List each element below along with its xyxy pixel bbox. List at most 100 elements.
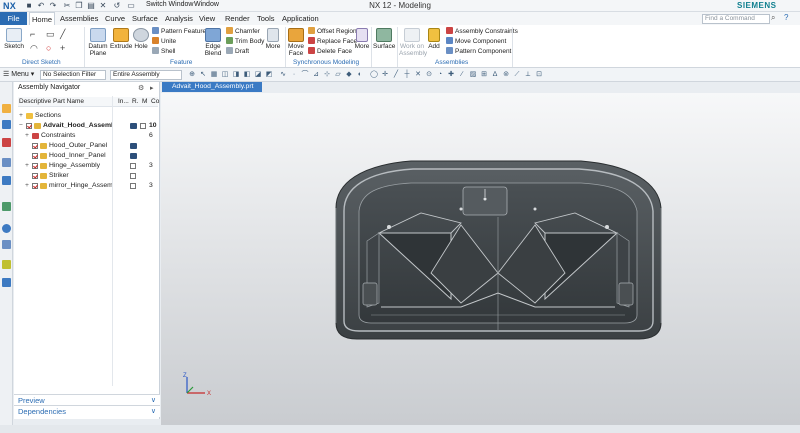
tab-assemblies[interactable]: Assemblies bbox=[58, 12, 100, 25]
control-point-snap-icon[interactable]: ┼ bbox=[403, 71, 411, 79]
profile-icon[interactable]: ⌐ bbox=[30, 29, 35, 39]
hole-button[interactable]: Hole bbox=[133, 28, 149, 50]
tab-tools[interactable]: Tools bbox=[255, 12, 277, 25]
navigator-pin-icon[interactable]: ▸ bbox=[150, 84, 154, 92]
pole-snap-icon[interactable]: ∆ bbox=[491, 71, 499, 79]
snap-icon[interactable]: ⊕ bbox=[188, 71, 196, 79]
face-select-icon[interactable]: ◨ bbox=[232, 71, 240, 79]
graphics-window[interactable]: Z X bbox=[161, 93, 800, 425]
sync-more-button[interactable]: More bbox=[354, 28, 370, 50]
navigator-row[interactable]: Striker bbox=[18, 171, 160, 181]
filter-icon[interactable]: ▦ bbox=[210, 71, 218, 79]
visibility-checkbox[interactable] bbox=[32, 173, 38, 179]
navigator-row[interactable]: Hood_Outer_Panel bbox=[18, 141, 160, 151]
snap-toggle-icon[interactable]: ⊡ bbox=[535, 71, 543, 79]
history-icon[interactable] bbox=[2, 224, 11, 233]
solid-select-icon[interactable]: ◆ bbox=[345, 71, 353, 79]
sketch-button[interactable]: Sketch bbox=[4, 28, 24, 50]
point-icon[interactable]: + bbox=[60, 43, 65, 53]
navigator-settings-icon[interactable]: ⚙ bbox=[138, 84, 144, 92]
arc-icon[interactable]: ◠ bbox=[30, 43, 38, 54]
expand-toggle-icon[interactable]: + bbox=[24, 161, 30, 171]
bounded-grid-snap-icon[interactable]: ⊞ bbox=[480, 71, 488, 79]
constraint-navigator-icon[interactable] bbox=[2, 120, 11, 129]
tab-analysis[interactable]: Analysis bbox=[163, 12, 195, 25]
find-command-input[interactable]: Find a Command bbox=[702, 14, 770, 24]
offset-region-button[interactable]: Offset Region bbox=[308, 27, 357, 36]
column-header-count[interactable]: Co bbox=[151, 98, 159, 105]
process-studio-icon[interactable] bbox=[2, 240, 11, 249]
preview-panel-header[interactable]: Preview ∨ bbox=[14, 394, 160, 405]
circle-snap-icon[interactable]: ◯ bbox=[370, 71, 378, 79]
navigator-row[interactable]: + mirror_Hinge_Assem... 3 bbox=[18, 181, 160, 191]
point-on-face-snap-icon[interactable]: ▨ bbox=[469, 71, 477, 79]
web-browser-icon[interactable] bbox=[2, 202, 11, 211]
navigator-row[interactable]: + Hinge_Assembly 3 bbox=[18, 161, 160, 171]
navigator-row[interactable]: Hood_Inner_Panel bbox=[18, 151, 160, 161]
edge-select-icon[interactable]: ◧ bbox=[243, 71, 251, 79]
datum-plane-button[interactable]: Datum Plane bbox=[87, 28, 109, 57]
quadrant-snap-icon[interactable]: ◔ bbox=[436, 71, 444, 79]
selection-filter-dropdown[interactable]: No Selection Filter bbox=[40, 70, 106, 80]
datum-select-icon[interactable]: ⊿ bbox=[312, 71, 320, 79]
system-scenes-icon[interactable] bbox=[2, 278, 11, 287]
reuse-library-icon[interactable] bbox=[2, 158, 11, 167]
select-icon[interactable]: ↖ bbox=[199, 71, 207, 79]
circle-icon[interactable]: ○ bbox=[46, 43, 51, 53]
tab-view[interactable]: View bbox=[197, 12, 217, 25]
arc-center-snap-icon[interactable]: ⊚ bbox=[502, 71, 510, 79]
expand-toggle-icon[interactable]: + bbox=[18, 111, 24, 121]
tab-surface[interactable]: Surface bbox=[130, 12, 160, 25]
column-header-part-name[interactable]: Descriptive Part Name bbox=[19, 98, 84, 105]
navigator-row[interactable]: − Advait_Hood_Assembl... 10 bbox=[18, 121, 160, 131]
assembly-constraints-button[interactable]: Assembly Constraints bbox=[446, 27, 518, 36]
shell-button[interactable]: Shell bbox=[152, 47, 175, 56]
visibility-checkbox[interactable] bbox=[32, 153, 38, 159]
chamfer-button[interactable]: Chamfer bbox=[226, 27, 260, 36]
endpoint-snap-icon[interactable]: ✛ bbox=[381, 71, 389, 79]
visibility-checkbox[interactable] bbox=[26, 123, 32, 129]
tab-file[interactable]: File bbox=[0, 12, 27, 25]
feature-select-icon[interactable]: ◫ bbox=[221, 71, 229, 79]
column-header-readonly[interactable]: R. bbox=[132, 98, 139, 105]
curve-select-icon[interactable]: ∿ bbox=[279, 71, 287, 79]
help-icon[interactable]: ? bbox=[784, 13, 788, 22]
hood-model-view[interactable]: Z X bbox=[161, 93, 800, 425]
selection-scope-dropdown[interactable]: Entire Assembly bbox=[110, 70, 182, 80]
plane-select-icon[interactable]: ▱ bbox=[334, 71, 342, 79]
line-icon[interactable]: ╱ bbox=[60, 29, 65, 40]
existing-point-snap-icon[interactable]: ✚ bbox=[447, 71, 455, 79]
search-icon[interactable]: ⌕ bbox=[771, 13, 775, 23]
part-navigator-icon[interactable] bbox=[2, 138, 11, 147]
visibility-checkbox[interactable] bbox=[32, 183, 38, 189]
point-on-curve-snap-icon[interactable]: ∕ bbox=[458, 71, 466, 79]
expand-toggle-icon[interactable]: − bbox=[18, 121, 24, 131]
view-triad-icon[interactable]: ⟂ bbox=[524, 71, 532, 79]
navigator-row[interactable]: + Sections bbox=[18, 111, 160, 121]
visibility-checkbox[interactable] bbox=[32, 163, 38, 169]
dependencies-panel-header[interactable]: Dependencies ∨ bbox=[14, 405, 160, 417]
csys-select-icon[interactable]: ⊹ bbox=[323, 71, 331, 79]
column-header-info[interactable]: In... bbox=[118, 98, 129, 105]
expand-toggle-icon[interactable]: + bbox=[24, 181, 30, 191]
surface-button[interactable]: Surface bbox=[373, 28, 395, 50]
intersection-snap-icon[interactable]: ✕ bbox=[414, 71, 422, 79]
pattern-component-button[interactable]: Pattern Component bbox=[446, 47, 511, 56]
midpoint-snap-icon[interactable]: ╱ bbox=[392, 71, 400, 79]
replace-face-button[interactable]: Replace Face bbox=[308, 37, 357, 46]
unite-button[interactable]: Unite bbox=[152, 37, 176, 46]
work-on-assembly-button[interactable]: Work on Assembly bbox=[399, 28, 427, 57]
tab-home[interactable]: Home bbox=[29, 12, 56, 25]
sketch-select-icon[interactable]: ⌒ bbox=[301, 71, 309, 79]
roles-icon[interactable] bbox=[2, 260, 11, 269]
point-select-icon[interactable]: · bbox=[290, 71, 298, 79]
move-face-button[interactable]: Move Face bbox=[287, 28, 305, 57]
assembly-navigator-icon[interactable] bbox=[2, 104, 11, 113]
graphics-window-tab[interactable]: Advait_Hood_Assembly.prt ✕ bbox=[162, 82, 262, 100]
tab-curve[interactable]: Curve bbox=[103, 12, 127, 25]
section-icon[interactable]: ◐ bbox=[356, 71, 364, 79]
feature-more-button[interactable]: More bbox=[264, 28, 282, 50]
visibility-checkbox[interactable] bbox=[32, 143, 38, 149]
menu-button[interactable]: ☰ Menu ▾ bbox=[3, 70, 34, 78]
tangent-snap-icon[interactable]: ⟋ bbox=[513, 71, 521, 79]
